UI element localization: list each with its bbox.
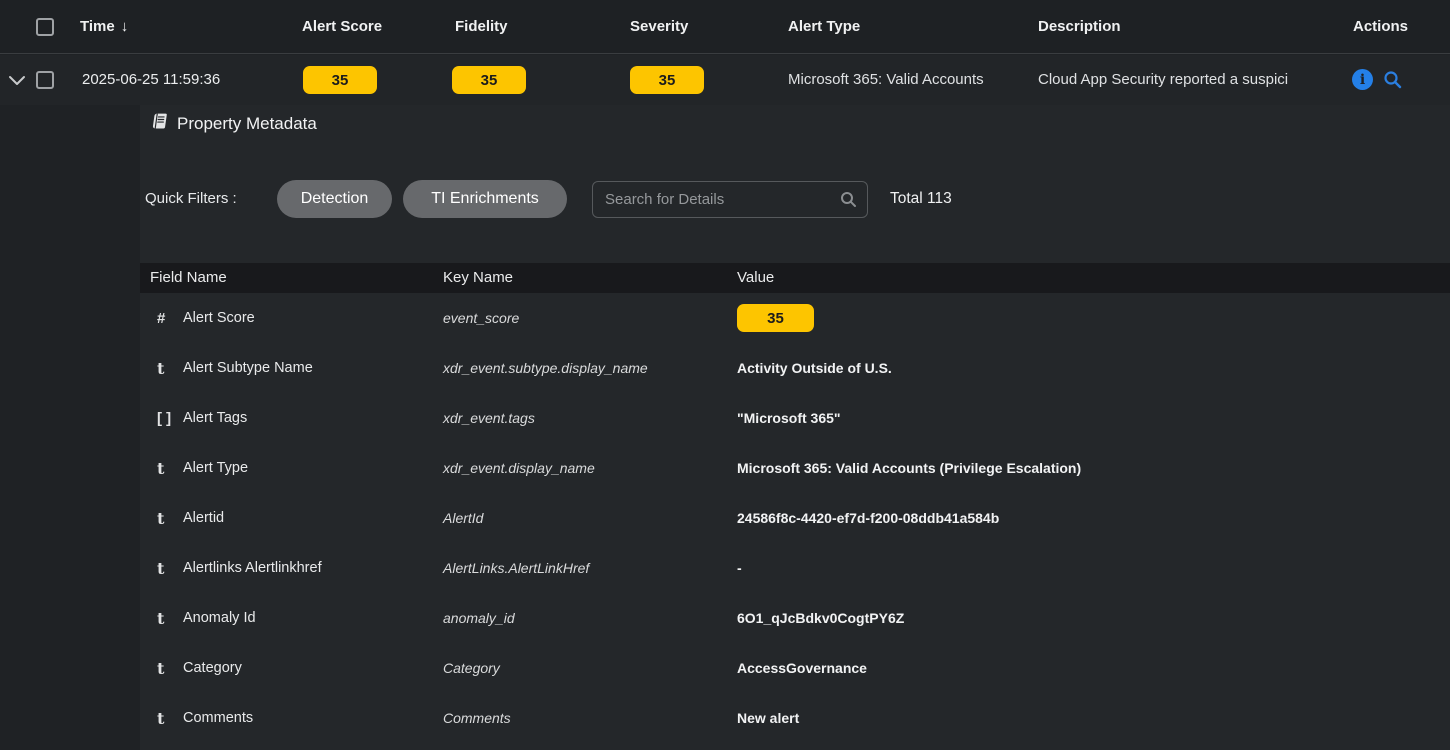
value-cell: 6O1_qJcBdkv0CogtPY6Z — [737, 610, 1450, 626]
field-name-cell: t Comments — [140, 709, 443, 728]
table-row: t Category Category AccessGovernance — [140, 643, 1450, 693]
key-name-cell: xdr_event.subtype.display_name — [443, 360, 737, 376]
alert-detail-panel: Property Metadata Quick Filters : Detect… — [140, 105, 1450, 750]
field-name-cell: [ ] Alert Tags — [140, 410, 443, 427]
column-header-severity: Severity — [630, 0, 688, 54]
value-cell: 35 — [737, 304, 1450, 332]
alert-description-value: Cloud App Security reported a suspici — [1038, 55, 1288, 105]
field-name-cell: t Alertid — [140, 509, 443, 528]
key-name-cell: AlertId — [443, 510, 737, 526]
field-name-cell: t Category — [140, 659, 443, 678]
field-name-cell: t Alert Subtype Name — [140, 359, 443, 378]
row-actions: i — [1352, 69, 1403, 90]
table-row: t Alert Type xdr_event.display_name Micr… — [140, 443, 1450, 493]
alert-table-header: Time ↓ Alert Score Fidelity Severity Aler… — [0, 0, 1450, 54]
ti-enrichments-filter-button[interactable]: TI Enrichments — [403, 180, 567, 218]
field-label: Comments — [183, 710, 253, 726]
key-name-column-header: Key Name — [443, 263, 513, 293]
field-label: Alert Subtype Name — [183, 360, 313, 376]
column-header-description: Description — [1038, 0, 1121, 54]
value-cell: AccessGovernance — [737, 660, 1450, 676]
key-name-cell: AlertLinks.AlertLinkHref — [443, 560, 737, 576]
severity-badge: 35 — [630, 66, 704, 94]
value-cell: Activity Outside of U.S. — [737, 360, 1450, 376]
property-metadata-table: Field Name Key Name Value # Alert Score … — [140, 263, 1450, 743]
key-name-cell: event_score — [443, 310, 737, 326]
field-label: Alert Type — [183, 460, 248, 476]
field-name-cell: t Anomaly Id — [140, 609, 443, 628]
metadata-rows: # Alert Score event_score 35 t Alert Sub… — [140, 293, 1450, 743]
search-icon — [839, 190, 858, 209]
text-type-icon: t — [157, 609, 177, 628]
field-label: Alert Tags — [183, 410, 247, 426]
metadata-table-header: Field Name Key Name Value — [140, 263, 1450, 293]
text-type-icon: t — [157, 359, 177, 378]
details-search — [592, 181, 868, 218]
field-name-cell: t Alert Type — [140, 459, 443, 478]
value-column-header: Value — [737, 263, 774, 293]
section-title: Property Metadata — [177, 114, 317, 134]
alert-score-badge: 35 — [303, 66, 377, 94]
alerts-screen: Time ↓ Alert Score Fidelity Severity Aler… — [0, 0, 1450, 750]
array-type-icon: [ ] — [157, 410, 177, 427]
details-search-input[interactable] — [592, 181, 868, 218]
number-type-icon: # — [157, 310, 177, 327]
table-row: t Alert Subtype Name xdr_event.subtype.d… — [140, 343, 1450, 393]
time-header-label: Time — [80, 18, 115, 35]
row-checkbox[interactable] — [36, 71, 54, 89]
alert-type-value: Microsoft 365: Valid Accounts — [788, 55, 984, 105]
text-type-icon: t — [157, 509, 177, 528]
quick-filters-label: Quick Filters : — [145, 180, 237, 218]
table-row: t Anomaly Id anomaly_id 6O1_qJcBdkv0Cogt… — [140, 593, 1450, 643]
total-count: Total 113 — [890, 180, 952, 218]
table-row: t Alertlinks Alertlinkhref AlertLinks.Al… — [140, 543, 1450, 593]
column-header-fidelity: Fidelity — [455, 0, 508, 54]
field-label: Alert Score — [183, 310, 255, 326]
text-type-icon: t — [157, 659, 177, 678]
alert-time: 2025-06-25 11:59:36 — [82, 55, 220, 105]
field-name-cell: # Alert Score — [140, 310, 443, 327]
key-name-cell: xdr_event.display_name — [443, 460, 737, 476]
column-header-alert-type: Alert Type — [788, 0, 860, 54]
sort-descending-icon[interactable]: ↓ — [121, 18, 129, 35]
table-row: [ ] Alert Tags xdr_event.tags "Microsoft… — [140, 393, 1450, 443]
score-value-badge: 35 — [737, 304, 814, 332]
text-type-icon: t — [157, 709, 177, 728]
value-cell: 24586f8c-4420-ef7d-f200-08ddb41a584b — [737, 510, 1450, 526]
value-cell: Microsoft 365: Valid Accounts (Privilege… — [737, 460, 1450, 476]
key-name-cell: Category — [443, 660, 737, 676]
fidelity-badge: 35 — [452, 66, 526, 94]
table-row: # Alert Score event_score 35 — [140, 293, 1450, 343]
info-icon[interactable]: i — [1352, 69, 1373, 90]
value-cell: - — [737, 560, 1450, 576]
value-cell: New alert — [737, 710, 1450, 726]
search-action-icon[interactable] — [1382, 69, 1403, 90]
table-row: t Alertid AlertId 24586f8c-4420-ef7d-f20… — [140, 493, 1450, 543]
field-label: Alertlinks Alertlinkhref — [183, 560, 322, 576]
column-header-time[interactable]: Time ↓ — [80, 0, 128, 54]
field-label: Category — [183, 660, 242, 676]
field-label: Anomaly Id — [183, 610, 256, 626]
quick-filter-bar: Quick Filters : Detection TI Enrichments… — [140, 180, 1450, 218]
field-label: Alertid — [183, 510, 224, 526]
key-name-cell: xdr_event.tags — [443, 410, 737, 426]
field-name-column-header: Field Name — [150, 263, 227, 293]
alert-table-row: 2025-06-25 11:59:36 35 35 35 Microsoft 3… — [0, 55, 1450, 105]
select-all-checkbox[interactable] — [36, 18, 54, 36]
table-row: t Comments Comments New alert — [140, 693, 1450, 743]
detection-filter-button[interactable]: Detection — [277, 180, 392, 218]
book-icon — [149, 112, 169, 135]
value-cell: "Microsoft 365" — [737, 410, 1450, 426]
key-name-cell: Comments — [443, 710, 737, 726]
key-name-cell: anomaly_id — [443, 610, 737, 626]
text-type-icon: t — [157, 459, 177, 478]
column-header-actions: Actions — [1353, 0, 1408, 54]
text-type-icon: t — [157, 559, 177, 578]
chevron-down-icon[interactable] — [8, 74, 26, 88]
column-header-alert-score: Alert Score — [302, 0, 382, 54]
property-metadata-section: Property Metadata — [151, 112, 317, 135]
field-name-cell: t Alertlinks Alertlinkhref — [140, 559, 443, 578]
